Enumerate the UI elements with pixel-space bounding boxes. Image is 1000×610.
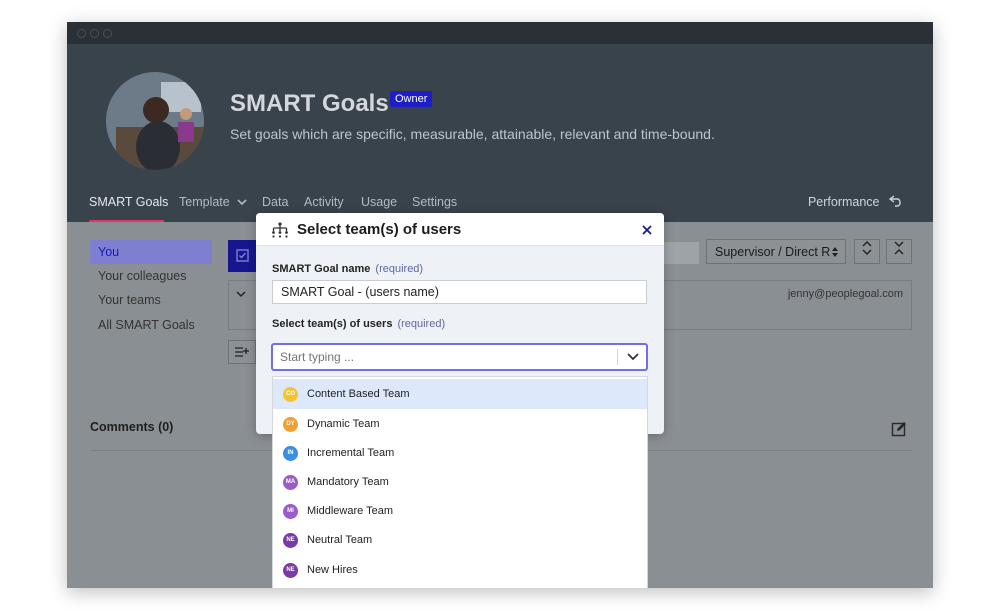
team-option-label: Neutral Team <box>307 534 373 546</box>
owner-badge: Owner <box>390 91 433 107</box>
team-option-label: Middleware Team <box>307 505 394 517</box>
required-hint: (required) <box>397 318 446 330</box>
teams-dropdown: CO Content Based Team DY Dynamic Team IN… <box>272 376 648 588</box>
collapse-button[interactable] <box>886 239 912 264</box>
modal-title: Select team(s) of users <box>297 221 462 238</box>
tab-activity[interactable]: Activity <box>304 195 344 209</box>
team-option-label: Dynamic Team <box>307 418 380 430</box>
team-option-label: Incremental Team <box>307 447 395 459</box>
team-option-label: Mandatory Team <box>307 476 389 488</box>
tab-smart-goals[interactable]: SMART Goals <box>89 195 168 209</box>
select-all-button[interactable] <box>228 240 258 272</box>
team-initials-badge: CO <box>283 387 298 402</box>
tab-usage[interactable]: Usage <box>361 195 397 209</box>
return-icon <box>888 195 901 207</box>
team-initials-badge: NE <box>283 533 298 548</box>
team-option-dynamic[interactable]: DY Dynamic Team <box>273 409 647 439</box>
sidebar-item-all-smart-goals[interactable]: All SMART Goals <box>90 313 212 337</box>
team-initials-badge: NE <box>283 563 298 578</box>
sort-arrows-icon <box>832 247 838 257</box>
window-close-dot[interactable] <box>77 29 86 38</box>
team-option-incremental[interactable]: IN Incremental Team <box>273 438 647 468</box>
search-bar-edge[interactable] <box>664 242 699 264</box>
teams-search-input[interactable] <box>280 349 610 365</box>
tab-template[interactable]: Template <box>179 195 247 209</box>
goal-name-input[interactable] <box>272 280 647 304</box>
tab-settings[interactable]: Settings <box>412 195 457 209</box>
sidebar-item-your-teams[interactable]: Your teams <box>90 288 212 312</box>
team-option-label: New Hires <box>307 564 358 576</box>
performance-link[interactable]: Performance <box>808 195 903 209</box>
checkbox-icon <box>236 249 249 262</box>
close-icon[interactable] <box>642 225 652 235</box>
team-option-label: Content Based Team <box>307 388 410 400</box>
chevron-down-icon[interactable] <box>625 347 641 365</box>
team-option-content-based[interactable]: CO Content Based Team <box>273 379 647 409</box>
sidebar-item-you[interactable]: You <box>90 240 212 264</box>
sort-select[interactable]: Supervisor / Direct R <box>706 239 846 264</box>
team-option-mandatory[interactable]: MA Mandatory Team <box>273 467 647 497</box>
teams-select[interactable] <box>271 343 648 371</box>
modal-header: Select team(s) of users <box>256 213 664 246</box>
tab-data[interactable]: Data <box>262 195 288 209</box>
team-initials-badge: MI <box>283 504 298 519</box>
window-titlebar <box>67 22 933 44</box>
expand-icon <box>862 241 872 255</box>
team-option-middleware[interactable]: MI Middleware Team <box>273 496 647 526</box>
collapse-icon <box>894 241 904 255</box>
add-list-button[interactable] <box>228 340 256 364</box>
required-hint: (required) <box>375 263 424 275</box>
team-initials-badge: MA <box>283 475 298 490</box>
window-zoom-dot[interactable] <box>103 29 112 38</box>
team-initials-badge: IN <box>283 446 298 461</box>
window-minimize-dot[interactable] <box>90 29 99 38</box>
user-email: jenny@peoplegoal.com <box>787 288 903 300</box>
add-list-icon <box>235 347 249 357</box>
team-option-new-hires[interactable]: NE New Hires <box>273 555 647 585</box>
team-option-neutral[interactable]: NE Neutral Team <box>273 525 647 555</box>
goal-name-label: SMART Goal name (required) <box>272 263 424 275</box>
page-subtitle: Set goals which are specific, measurable… <box>230 126 715 142</box>
sidebar-item-your-colleagues[interactable]: Your colleagues <box>90 264 212 288</box>
chevron-down-icon[interactable] <box>236 289 246 299</box>
org-chart-icon <box>272 222 288 238</box>
team-initials-badge: DY <box>283 417 298 432</box>
expand-button[interactable] <box>854 239 880 264</box>
teams-label: Select team(s) of users (required) <box>272 318 446 330</box>
comments-heading: Comments (0) <box>90 420 174 434</box>
page-title: SMART Goals <box>230 90 389 117</box>
select-separator <box>617 349 618 365</box>
chevron-down-icon <box>237 199 247 206</box>
edit-icon[interactable] <box>891 421 907 437</box>
cover-photo <box>106 72 204 170</box>
